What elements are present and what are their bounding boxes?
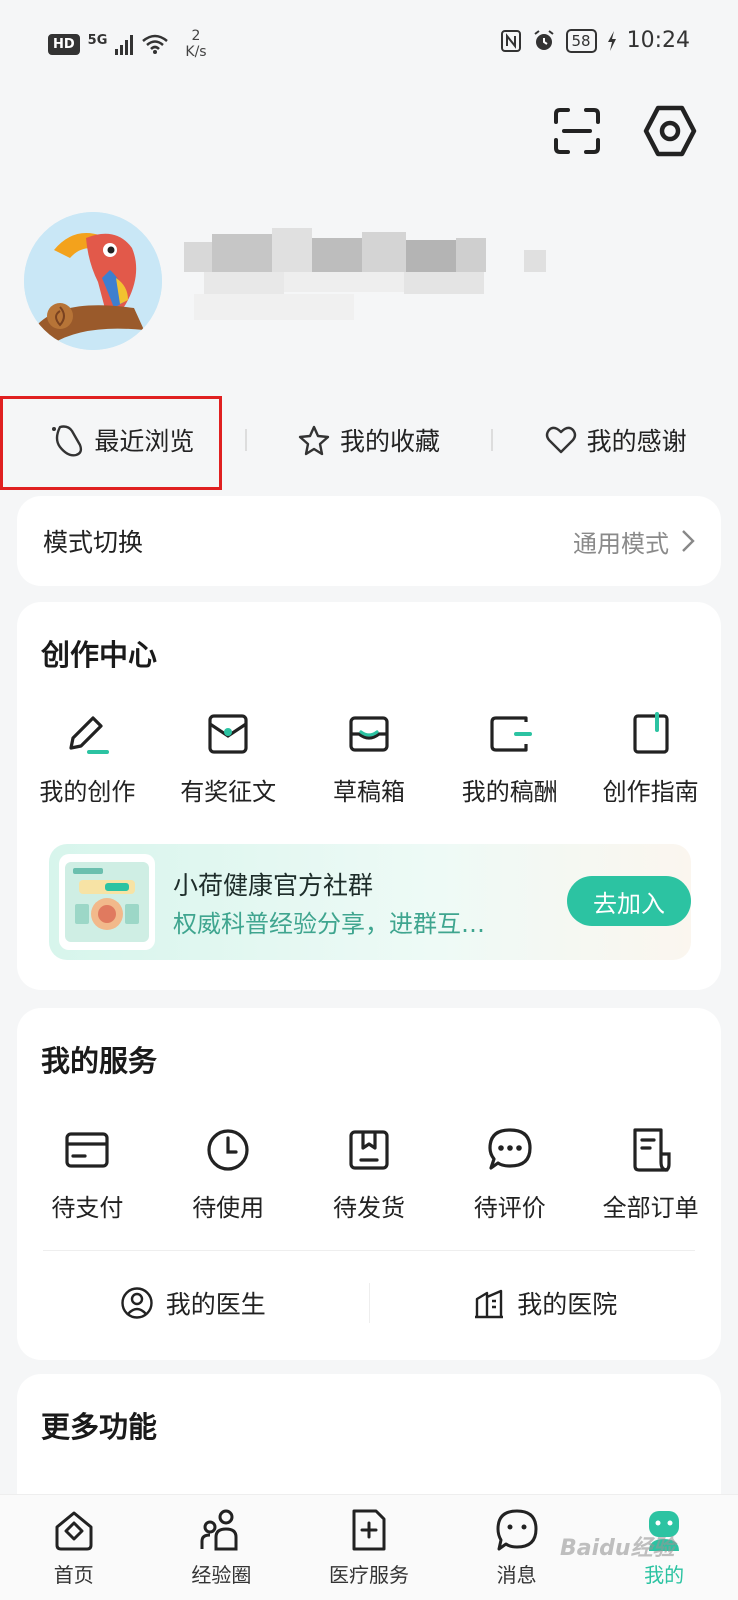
creation-guide-label: 创作指南: [602, 778, 699, 806]
pending-use-item[interactable]: 待使用: [158, 1126, 299, 1223]
my-services-title: 我的服务: [41, 1044, 158, 1078]
creation-guide-item[interactable]: 创作指南: [580, 710, 721, 807]
net-speed-value: 2: [191, 28, 201, 44]
all-orders-label: 全部订单: [602, 1194, 699, 1222]
my-creations-item[interactable]: 我的创作: [17, 710, 158, 807]
hospital-icon: [475, 1289, 504, 1319]
tab-medical-label: 医疗服务: [328, 1563, 409, 1587]
community-banner[interactable]: 小荷健康官方社群 权威科普经验分享，进群互… 去加入: [49, 844, 691, 960]
mode-switch-row[interactable]: 模式切换 通用模式: [17, 496, 721, 586]
clock-icon: [207, 1129, 249, 1171]
net-speed: 2 K/s: [185, 28, 206, 60]
star-icon: [298, 425, 330, 456]
create-center-grid: 我的创作 有奖征文 草稿箱 我的稿酬 创作指南: [17, 710, 721, 807]
pending-payment-item[interactable]: 待支付: [17, 1126, 158, 1223]
prize-envelope-icon: [208, 714, 248, 754]
net-speed-unit: K/s: [185, 44, 207, 60]
scan-icon[interactable]: [552, 106, 602, 156]
my-creations-label: 我的创作: [39, 778, 136, 806]
mode-value-text: 通用模式: [573, 529, 669, 558]
hd-badge: HD: [48, 33, 80, 55]
all-orders-item[interactable]: 全部订单: [580, 1126, 721, 1223]
guide-book-icon: [632, 712, 669, 754]
medical-icon: [352, 1509, 386, 1551]
pending-payment-label: 待支付: [51, 1194, 124, 1222]
community-banner-title: 小荷健康官方社群: [173, 871, 374, 900]
my-doctor-label: 我的医生: [165, 1290, 266, 1319]
tab-experience-label: 经验圈: [191, 1563, 252, 1587]
my-hospital-link[interactable]: 我的医院: [370, 1285, 722, 1321]
chevron-right-icon: [682, 530, 695, 552]
favorites-link[interactable]: 我的收藏: [247, 422, 492, 458]
status-left: HD 5G 2 K/s: [48, 28, 207, 60]
doctor-icon: [121, 1287, 153, 1319]
package-icon: [349, 1130, 389, 1170]
community-banner-thumbnail: [59, 854, 155, 950]
tab-medical-services[interactable]: 医疗服务: [295, 1495, 443, 1600]
join-button[interactable]: 去加入: [567, 876, 691, 926]
pen-icon: [69, 716, 110, 754]
tab-home-label: 首页: [53, 1563, 94, 1587]
settings-icon[interactable]: [642, 102, 698, 160]
wallet-icon: [490, 716, 532, 752]
draft-box-icon: [349, 716, 389, 752]
username-redacted: [184, 228, 554, 324]
network-type: 5G: [87, 32, 108, 48]
services-grid: 待支付 待使用 待发货 待评价 全部订单: [17, 1126, 721, 1223]
wifi-icon: [142, 34, 169, 54]
status-right: 58 10:24: [500, 28, 690, 53]
heart-icon: [545, 426, 576, 454]
banner-thumbnail-illustration: [65, 862, 149, 942]
community-icon: [200, 1509, 238, 1551]
pending-shipment-item[interactable]: 待发货: [299, 1126, 440, 1223]
pending-use-label: 待使用: [192, 1194, 265, 1222]
essay-contest-item[interactable]: 有奖征文: [158, 710, 299, 807]
mode-switch-label: 模式切换: [43, 528, 144, 557]
more-functions-title: 更多功能: [41, 1410, 158, 1444]
create-center-title: 创作中心: [41, 638, 158, 672]
tab-experience-circle[interactable]: 经验圈: [148, 1495, 296, 1600]
charging-icon: [607, 30, 616, 51]
my-earnings-item[interactable]: 我的稿酬: [439, 710, 580, 807]
parrot-avatar-illustration: [24, 212, 162, 350]
create-center-card: 创作中心 我的创作 有奖征文 草稿箱 我的稿酬 创作指南 小荷健康官方社群 权威…: [17, 602, 721, 990]
avatar[interactable]: [24, 212, 162, 350]
annotation-highlight-box: [0, 396, 222, 490]
nfc-icon: [500, 29, 521, 52]
pending-review-item[interactable]: 待评价: [439, 1126, 580, 1223]
battery-indicator: 58: [565, 28, 597, 53]
drafts-label: 草稿箱: [332, 778, 405, 806]
card-icon: [65, 1132, 109, 1168]
signal-icon: [115, 33, 134, 55]
baidu-watermark: Baidu经验: [560, 1536, 675, 1561]
home-icon: [55, 1511, 93, 1551]
drafts-item[interactable]: 草稿箱: [299, 710, 440, 807]
tab-home[interactable]: 首页: [0, 1495, 148, 1600]
essay-contest-label: 有奖征文: [180, 778, 277, 806]
thanks-link[interactable]: 我的感谢: [493, 422, 738, 458]
favorites-label: 我的收藏: [340, 427, 441, 456]
my-earnings-label: 我的稿酬: [461, 778, 558, 806]
my-doctor-link[interactable]: 我的医生: [17, 1285, 369, 1321]
doctor-hospital-row: 我的医生 我的医院: [17, 1258, 721, 1348]
services-divider: [43, 1250, 695, 1251]
tab-messages-label: 消息: [496, 1563, 537, 1587]
message-icon: [496, 1509, 538, 1551]
my-services-card: 我的服务 待支付 待使用 待发货 待评价 全部订单 我的医生 我的医院: [17, 1008, 721, 1360]
my-hospital-label: 我的医院: [517, 1290, 618, 1319]
pending-review-label: 待评价: [473, 1194, 546, 1222]
tab-profile-label: 我的: [644, 1563, 685, 1587]
mode-switch-value: 通用模式: [573, 524, 695, 559]
status-bar: HD 5G 2 K/s 58 10:24: [0, 0, 738, 90]
comment-icon: [488, 1128, 532, 1170]
community-banner-subtitle: 权威科普经验分享，进群互…: [173, 910, 485, 938]
alarm-icon: [533, 29, 554, 50]
status-time: 10:24: [626, 28, 690, 53]
thanks-label: 我的感谢: [586, 427, 687, 456]
order-list-icon: [632, 1128, 671, 1172]
pending-shipment-label: 待发货: [332, 1194, 405, 1222]
